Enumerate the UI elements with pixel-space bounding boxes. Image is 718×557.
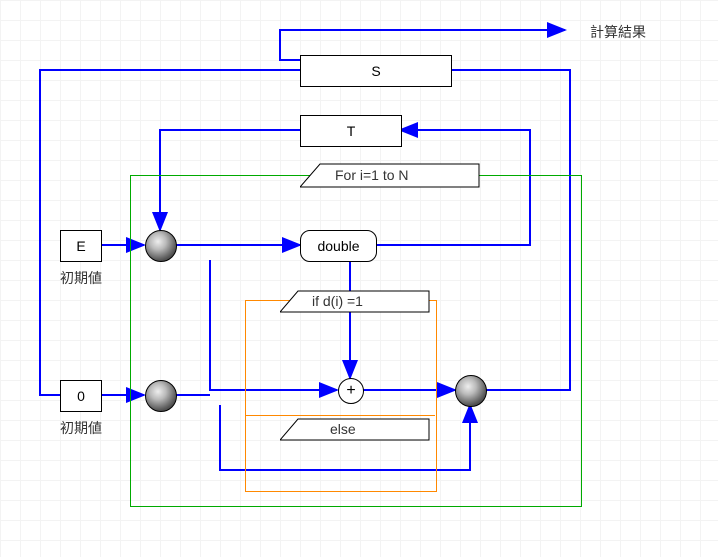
s-register: S: [300, 55, 452, 87]
result-label: 計算結果: [590, 22, 646, 42]
if-else-divider: [245, 415, 435, 416]
e-const: E: [60, 230, 102, 262]
merge-if-out: [455, 375, 487, 407]
else-header-text: else: [330, 421, 356, 437]
for-header-text: For i=1 to N: [335, 167, 409, 183]
adder-label: +: [346, 383, 355, 399]
zero-initial-label: 初期値: [60, 418, 102, 438]
zero-const: 0: [60, 380, 102, 412]
if-header-text: if d(i) =1: [312, 293, 363, 309]
zero-label: 0: [77, 388, 85, 404]
double-label: double: [317, 238, 359, 254]
t-register: T: [300, 115, 402, 147]
merge-top: [145, 230, 177, 262]
e-label: E: [76, 238, 85, 254]
double-op: double: [300, 230, 377, 262]
adder: +: [338, 378, 364, 404]
e-initial-label: 初期値: [60, 268, 102, 288]
t-label: T: [347, 123, 356, 139]
s-label: S: [371, 63, 380, 79]
merge-bottom: [145, 380, 177, 412]
